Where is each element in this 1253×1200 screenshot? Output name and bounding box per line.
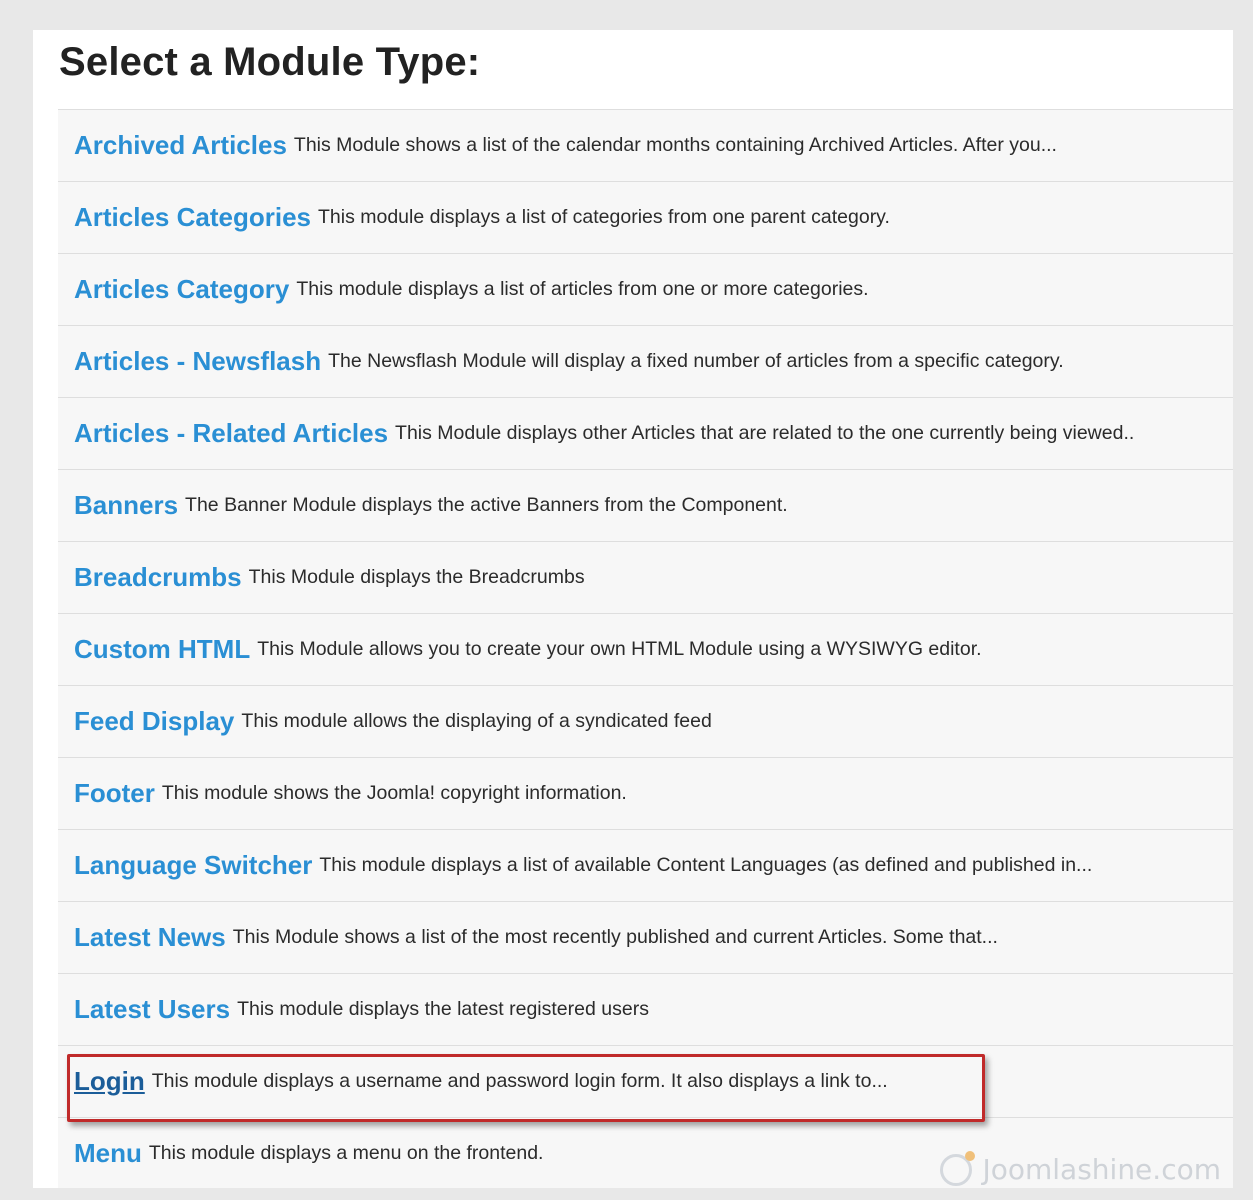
module-link-menu[interactable]: Menu bbox=[74, 1138, 142, 1169]
module-link-feed-display[interactable]: Feed Display bbox=[74, 706, 234, 737]
joomlashine-logo-icon bbox=[940, 1150, 976, 1186]
module-description: This Module shows a list of the calendar… bbox=[293, 134, 1057, 156]
page-title: Select a Module Type: bbox=[59, 40, 481, 84]
module-description: This module displays a list of articles … bbox=[296, 278, 869, 300]
module-description: This module displays a list of categorie… bbox=[317, 206, 890, 228]
module-description: This module displays a menu on the front… bbox=[148, 1142, 544, 1164]
module-link-custom-html[interactable]: Custom HTML bbox=[74, 634, 250, 665]
watermark: Joomlashine.com bbox=[940, 1150, 1221, 1186]
module-link-breadcrumbs[interactable]: Breadcrumbs bbox=[74, 562, 242, 593]
list-item: Articles Categories This module displays… bbox=[58, 181, 1233, 253]
list-item: Login This module displays a username an… bbox=[58, 1045, 1233, 1117]
module-link-articles-category[interactable]: Articles Category bbox=[74, 274, 289, 305]
module-description: This module allows the displaying of a s… bbox=[241, 710, 712, 732]
module-description: This Module displays the Breadcrumbs bbox=[248, 566, 585, 588]
module-link-articles-newsflash[interactable]: Articles - Newsflash bbox=[74, 346, 321, 377]
module-type-panel: Select a Module Type: Archived Articles … bbox=[33, 30, 1233, 1188]
list-item: Latest News This Module shows a list of … bbox=[58, 901, 1233, 973]
module-description: This module displays the latest register… bbox=[237, 998, 649, 1020]
list-item: Articles - Newsflash The Newsflash Modul… bbox=[58, 325, 1233, 397]
list-item: Feed Display This module allows the disp… bbox=[58, 685, 1233, 757]
watermark-text: Joomlashine.com bbox=[982, 1153, 1221, 1186]
list-item: Language Switcher This module displays a… bbox=[58, 829, 1233, 901]
module-link-login[interactable]: Login bbox=[74, 1066, 145, 1097]
list-item: Articles Category This module displays a… bbox=[58, 253, 1233, 325]
module-link-latest-news[interactable]: Latest News bbox=[74, 922, 226, 953]
module-link-banners[interactable]: Banners bbox=[74, 490, 178, 521]
module-description: This module displays a list of available… bbox=[319, 854, 1093, 876]
list-item: Archived Articles This Module shows a li… bbox=[58, 109, 1233, 181]
module-link-archived-articles[interactable]: Archived Articles bbox=[74, 130, 287, 161]
module-description: This module displays a username and pass… bbox=[151, 1070, 888, 1092]
module-description: The Banner Module displays the active Ba… bbox=[185, 494, 788, 516]
module-link-articles-categories[interactable]: Articles Categories bbox=[74, 202, 311, 233]
module-description: This Module allows you to create your ow… bbox=[257, 638, 982, 660]
list-item: Banners The Banner Module displays the a… bbox=[58, 469, 1233, 541]
module-description: The Newsflash Module will display a fixe… bbox=[328, 350, 1064, 372]
list-item: Custom HTML This Module allows you to cr… bbox=[58, 613, 1233, 685]
module-description: This Module shows a list of the most rec… bbox=[232, 926, 998, 948]
list-item: Footer This module shows the Joomla! cop… bbox=[58, 757, 1233, 829]
module-link-language-switcher[interactable]: Language Switcher bbox=[74, 850, 312, 881]
module-type-list: Archived Articles This Module shows a li… bbox=[58, 109, 1233, 1188]
module-link-latest-users[interactable]: Latest Users bbox=[74, 994, 230, 1025]
module-description: This module shows the Joomla! copyright … bbox=[161, 782, 627, 804]
module-link-footer[interactable]: Footer bbox=[74, 778, 155, 809]
module-description: This Module displays other Articles that… bbox=[395, 422, 1135, 444]
list-item: Articles - Related Articles This Module … bbox=[58, 397, 1233, 469]
list-item: Breadcrumbs This Module displays the Bre… bbox=[58, 541, 1233, 613]
list-item: Latest Users This module displays the la… bbox=[58, 973, 1233, 1045]
module-link-articles-related-articles[interactable]: Articles - Related Articles bbox=[74, 418, 388, 449]
